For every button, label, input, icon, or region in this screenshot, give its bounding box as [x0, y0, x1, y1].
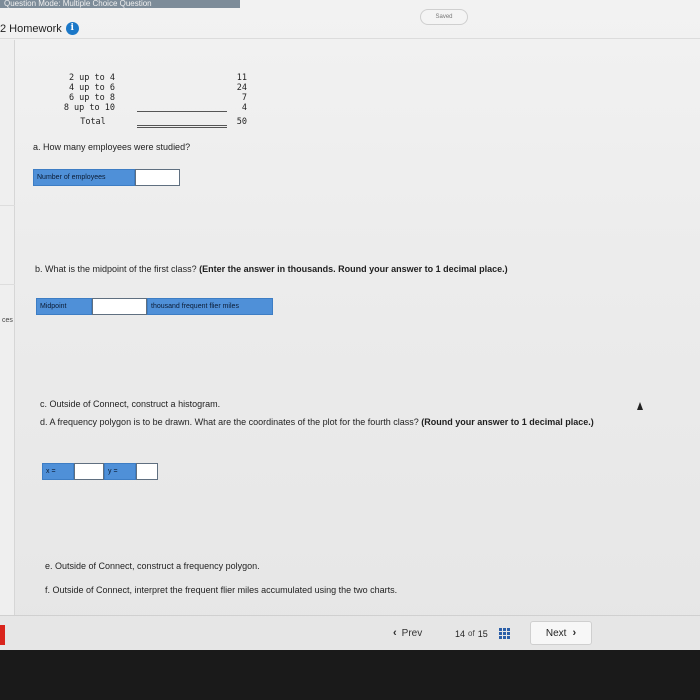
rail-label: ces: [2, 317, 13, 324]
next-button[interactable]: Next ›: [530, 621, 592, 645]
question-a: a. How many employees were studied?: [33, 142, 191, 152]
chevron-right-icon: ›: [572, 627, 577, 639]
class-cell: 8 up to 10: [63, 103, 115, 113]
employees-field-group: Number of employees: [33, 169, 180, 186]
mouse-cursor-icon: [637, 402, 643, 410]
top-strip: Question Mode: Multiple Choice Question: [0, 0, 240, 8]
homework-title: 2 Homework i: [0, 22, 79, 35]
class-cell: Total: [80, 117, 106, 127]
midpoint-input[interactable]: [92, 298, 147, 315]
y-label: y =: [104, 463, 136, 480]
freq-cell: 11: [236, 73, 247, 83]
midpoint-label: Midpoint: [36, 298, 92, 315]
page-total: 15: [477, 628, 488, 639]
question-d-text: d. A frequency polygon is to be drawn. W…: [40, 417, 419, 427]
saved-badge: Saved: [420, 9, 468, 25]
screen: Question Mode: Multiple Choice Question …: [0, 0, 700, 650]
page-of: of: [468, 629, 475, 638]
question-b-text: b. What is the midpoint of the first cla…: [35, 264, 197, 274]
question-d: d. A frequency polygon is to be drawn. W…: [40, 416, 665, 428]
table-rule: [137, 127, 227, 128]
freq-cell: 24: [236, 83, 247, 93]
next-label: Next: [545, 627, 567, 639]
freq-cell: 7: [241, 93, 247, 103]
left-rail: ces: [0, 40, 15, 615]
table-row: 6 up to 8 7: [55, 93, 251, 103]
x-input[interactable]: [74, 463, 104, 480]
prev-label: Prev: [401, 627, 423, 639]
table-row: 2 up to 4 11: [55, 73, 251, 83]
rail-panel: [0, 205, 15, 285]
page-indicator: 14 of 15: [455, 628, 510, 639]
employees-input[interactable]: [135, 169, 180, 186]
x-label: x =: [42, 463, 74, 480]
table-rule: [137, 111, 227, 112]
grid-icon[interactable]: [498, 628, 510, 639]
question-f: f. Outside of Connect, interpret the fre…: [45, 585, 398, 595]
question-b: b. What is the midpoint of the first cla…: [35, 264, 665, 274]
question-d-instruction: (Round your answer to 1 decimal place.): [421, 417, 594, 427]
question-e: e. Outside of Connect, construct a frequ…: [45, 561, 260, 571]
midpoint-field-group: Midpoint thousand frequent flier miles: [36, 298, 273, 315]
red-side-tab[interactable]: [0, 625, 5, 645]
table-row: 4 up to 6 24: [55, 83, 251, 93]
employees-label: Number of employees: [33, 169, 135, 186]
frequency-table: 2 up to 4 11 4 up to 6 24 6 up to 8 7 8 …: [55, 73, 251, 127]
chevron-left-icon: ‹: [393, 627, 397, 639]
class-cell: 6 up to 8: [68, 93, 115, 103]
header-divider: [0, 38, 700, 39]
question-c: c. Outside of Connect, construct a histo…: [40, 399, 221, 409]
midpoint-unit: thousand frequent flier miles: [147, 298, 273, 315]
footer-divider: [0, 615, 700, 616]
page-current: 14: [455, 628, 466, 639]
question-b-instruction: (Enter the answer in thousands. Round yo…: [199, 264, 508, 274]
class-cell: 4 up to 6: [68, 83, 115, 93]
prev-button[interactable]: ‹ Prev: [393, 627, 422, 639]
coordinates-field-group: x = y =: [42, 463, 158, 480]
info-icon[interactable]: i: [65, 22, 79, 35]
class-cell: 2 up to 4: [68, 73, 115, 83]
y-input[interactable]: [136, 463, 158, 480]
table-rule: [137, 125, 227, 126]
homework-label: 2 Homework: [0, 22, 62, 35]
